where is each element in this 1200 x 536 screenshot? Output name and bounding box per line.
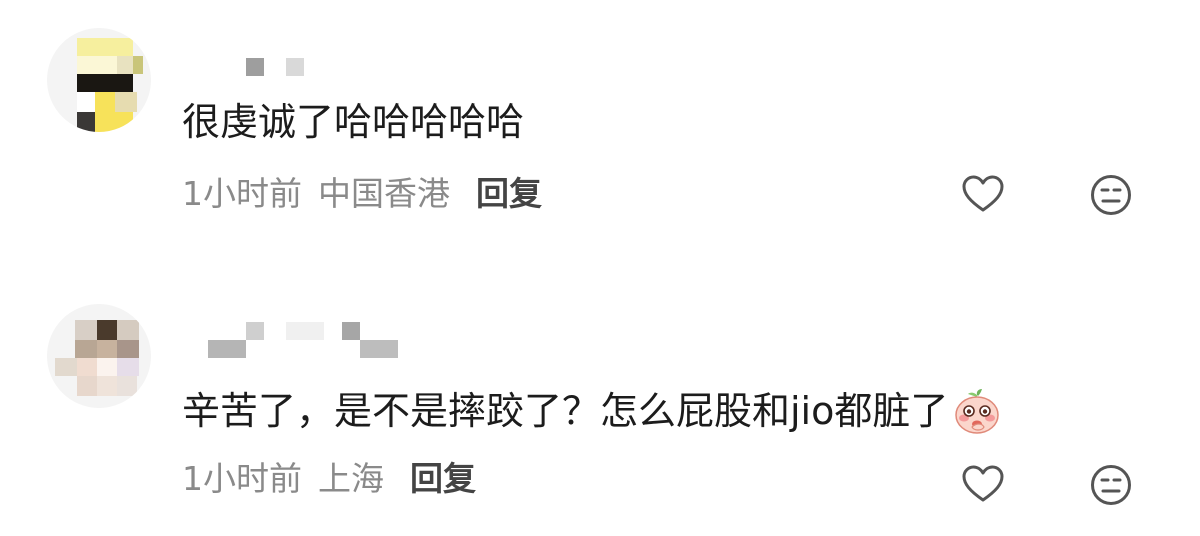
comment-item: 辛苦了，是不是摔跤了？怎么屁股和jio都脏了 1小时前 上海 回复: [0, 292, 1200, 536]
username-pixel: [246, 58, 264, 76]
username-pixel: [360, 340, 398, 358]
avatar-pixel: [77, 376, 97, 396]
comment-text-body: 辛苦了，是不是摔跤了？怎么屁股和jio都脏了: [182, 389, 949, 433]
comment-time: 1小时前: [182, 174, 302, 213]
comment-meta: 1小时前 上海 回复: [182, 457, 476, 501]
peach-blush-emoji-icon: [952, 387, 1002, 435]
avatar-pixel: [133, 56, 143, 74]
avatar-pixel: [55, 358, 77, 376]
dislike-button[interactable]: [1088, 172, 1134, 218]
comment-text: 很虔诚了哈哈哈哈哈: [182, 100, 525, 144]
avatar-pixel: [117, 340, 139, 358]
username-pixel: [246, 322, 264, 340]
avatar-pixel: [77, 56, 117, 74]
avatar-pixel: [97, 320, 117, 340]
avatar-pixel: [117, 56, 133, 74]
comment-time: 1小时前: [182, 459, 302, 498]
avatar-pixel: [95, 92, 115, 112]
avatar-pixel: [75, 320, 97, 340]
avatar-pixel: [75, 340, 97, 358]
heart-outline-icon: [962, 175, 1004, 212]
neutral-face-icon: [1091, 175, 1131, 215]
avatar-pixel: [97, 358, 117, 376]
avatar-pixel: [97, 340, 117, 358]
comment-location: 上海: [318, 459, 384, 498]
username-pixel: [342, 322, 360, 340]
username-obscured[interactable]: [182, 320, 442, 360]
avatar-pixel: [77, 92, 95, 112]
comment-meta: 1小时前 中国香港 回复: [182, 172, 542, 216]
avatar-pixel: [117, 376, 137, 396]
avatar[interactable]: [47, 28, 151, 132]
heart-outline-icon: [962, 465, 1004, 502]
username-pixel: [208, 340, 246, 358]
avatar-pixel: [117, 358, 139, 376]
avatar-pixel: [77, 112, 95, 132]
avatar-pixel: [77, 74, 133, 92]
neutral-face-icon: [1091, 465, 1131, 505]
avatar-pixel: [77, 38, 133, 56]
like-button[interactable]: [960, 462, 1006, 508]
username-obscured[interactable]: [182, 52, 442, 92]
avatar[interactable]: [47, 304, 151, 408]
avatar-pixel: [77, 358, 97, 376]
reply-button[interactable]: 回复: [476, 174, 542, 213]
comment-location: 中国香港: [318, 174, 450, 213]
dislike-button[interactable]: [1088, 462, 1134, 508]
avatar-pixel: [95, 112, 133, 132]
avatar-pixel: [115, 92, 137, 112]
like-button[interactable]: [960, 172, 1006, 218]
comment-item: 很虔诚了哈哈哈哈哈 1小时前 中国香港 回复: [0, 0, 1200, 260]
avatar-pixel: [97, 376, 117, 396]
comment-text: 辛苦了，是不是摔跤了？怎么屁股和jio都脏了: [182, 387, 1002, 435]
avatar-pixel: [117, 320, 139, 340]
username-pixel: [286, 322, 324, 340]
username-pixel: [286, 58, 304, 76]
reply-button[interactable]: 回复: [410, 459, 476, 498]
